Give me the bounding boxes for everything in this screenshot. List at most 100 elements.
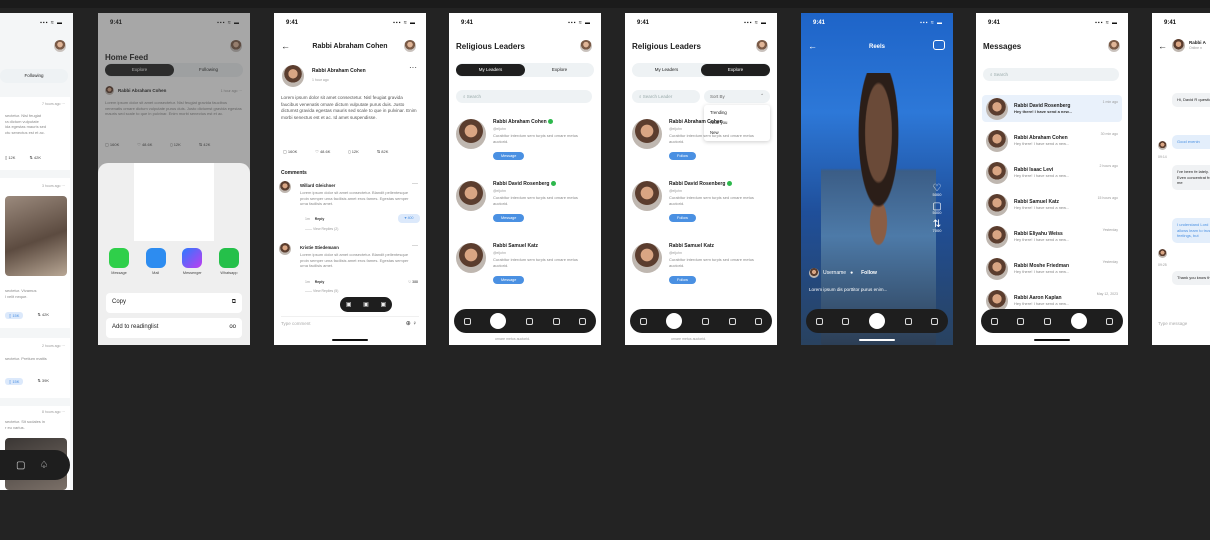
chat-icon[interactable] <box>1070 313 1087 329</box>
save-badge[interactable]: ▯ 15K <box>5 378 24 385</box>
more-icon[interactable]: ··· <box>412 243 418 249</box>
message-row[interactable]: Rabbi Moshe Friedman Hey there! I have se… <box>982 255 1122 282</box>
tab-my-leaders[interactable]: My Leaders <box>632 64 701 76</box>
follow-link[interactable]: Follow <box>861 270 877 276</box>
like-count[interactable]: ♡ 48.6K <box>315 149 330 154</box>
reply-link[interactable]: Reply <box>315 280 325 284</box>
reply-link[interactable]: Reply <box>315 217 325 221</box>
post-image[interactable] <box>5 196 67 276</box>
leader-avatar[interactable] <box>456 243 486 273</box>
author-name[interactable]: Rabbi Abraham Cohen <box>312 68 366 74</box>
follow-button[interactable]: Follow <box>669 214 696 222</box>
leader-avatar[interactable] <box>456 181 486 211</box>
search-input[interactable]: ⌕ Search Leader <box>632 90 700 103</box>
bell-icon[interactable] <box>1106 317 1114 325</box>
reels-icon[interactable] <box>868 313 885 329</box>
tab-explore[interactable]: Explore <box>525 64 594 76</box>
chat-icon[interactable] <box>904 317 912 325</box>
leaders-icon[interactable] <box>666 313 683 329</box>
share-count[interactable]: ⇅ 39K <box>37 378 49 385</box>
view-replies-link[interactable]: —— View Replies (5) <box>305 289 338 293</box>
search-input[interactable]: ⌕ Search <box>456 90 592 103</box>
more-icon[interactable]: ··· <box>412 181 418 187</box>
tab-following[interactable]: Following <box>0 70 68 82</box>
bell-icon[interactable] <box>931 317 939 325</box>
comment-count[interactable]: ▢ 160K <box>283 149 297 154</box>
username[interactable]: Username <box>823 270 846 276</box>
leaders-icon[interactable] <box>490 313 507 329</box>
author-avatar[interactable] <box>282 65 304 87</box>
message-row[interactable]: Rabbi Isaac Levi Hey there! I have send a… <box>982 159 1122 186</box>
add-to-readinglist-action[interactable]: Add to readinglist oo <box>106 318 242 338</box>
camera-icon[interactable]: ▣ <box>346 301 352 308</box>
bell-icon[interactable] <box>755 317 763 325</box>
avatar[interactable] <box>809 268 819 278</box>
sort-option-trending[interactable]: Trending <box>710 108 764 118</box>
chat-icon[interactable] <box>728 317 736 325</box>
mic-icon[interactable]: ⊕ ♀ <box>406 320 417 327</box>
leader-name[interactable]: Rabbi Samuel Katz <box>493 243 581 249</box>
share-count[interactable]: ⇅ 42K <box>29 155 41 160</box>
reels-icon[interactable] <box>701 317 709 325</box>
save-count[interactable]: ▯ 12K <box>348 149 358 154</box>
search-input[interactable]: ⌕ Search <box>983 68 1119 81</box>
comment-like-count[interactable]: ♡ 388 <box>408 280 418 284</box>
comment-input[interactable]: Type comment ⊕ ♀ <box>281 316 419 330</box>
gif-icon[interactable]: ▣ <box>380 301 386 308</box>
leader-avatar[interactable] <box>632 243 662 273</box>
bell-icon[interactable]: ♤ <box>39 460 48 471</box>
commenter-avatar[interactable] <box>279 243 291 255</box>
chat-avatar[interactable] <box>1172 39 1185 52</box>
commenter-avatar[interactable] <box>279 181 291 193</box>
avatar[interactable] <box>404 40 416 52</box>
chat-icon[interactable] <box>552 317 560 325</box>
leader-avatar[interactable] <box>632 181 662 211</box>
reels-icon[interactable] <box>1043 317 1051 325</box>
save-count[interactable]: ▯ 12K <box>5 155 15 160</box>
save-badge[interactable]: ▯ 15K <box>5 312 24 319</box>
camera-icon[interactable] <box>933 40 945 50</box>
home-icon[interactable] <box>815 317 823 325</box>
share-message[interactable]: Message <box>106 248 132 275</box>
leader-name[interactable]: Rabbi Abraham Cohen <box>669 119 757 125</box>
avatar[interactable] <box>1108 40 1120 52</box>
leader-name[interactable]: Rabbi David Rosenberg <box>493 181 581 187</box>
share-mail[interactable]: Mail <box>143 248 169 275</box>
sort-dropdown[interactable]: Sort By ⌃ <box>704 90 770 103</box>
view-replies-link[interactable]: —— View Replies (2) <box>305 227 338 231</box>
message-row[interactable]: Rabbi Abraham Cohen Hey there! I have sen… <box>982 127 1122 154</box>
message-row[interactable]: Rabbi Samuel Katz Hey there! I have send … <box>982 191 1122 218</box>
copy-action[interactable]: Copy ⧉ <box>106 293 242 313</box>
avatar[interactable] <box>580 40 592 52</box>
share-count[interactable]: ⇅ 82K <box>377 149 389 154</box>
reels-icon[interactable] <box>525 317 533 325</box>
message-row[interactable]: Rabbi Eliyahu Weiss Hey there! I have sen… <box>982 223 1122 250</box>
leader-name[interactable]: Rabbi David Rosenberg <box>669 181 757 187</box>
more-icon[interactable]: ··· <box>409 63 417 72</box>
follow-button[interactable]: Follow <box>669 276 696 284</box>
bell-icon[interactable] <box>579 317 587 325</box>
message-row[interactable]: Rabbi David Rosenberg Hey there! I have s… <box>982 95 1122 122</box>
home-icon[interactable] <box>639 317 647 325</box>
home-icon[interactable] <box>463 317 471 325</box>
share-messenger[interactable]: Messenger <box>179 248 205 275</box>
leaders-icon[interactable] <box>1017 317 1025 325</box>
leader-name[interactable]: Rabbi Samuel Katz <box>669 243 757 249</box>
share-count[interactable]: ⇅ 42K <box>37 312 49 319</box>
leaders-icon[interactable] <box>842 317 850 325</box>
message-button[interactable]: Message <box>493 276 525 284</box>
back-arrow-icon[interactable]: ← <box>1158 41 1167 51</box>
follow-button[interactable]: Follow <box>669 152 696 160</box>
message-button[interactable]: Message <box>493 152 525 160</box>
home-icon[interactable] <box>990 317 998 325</box>
message-input[interactable]: Type message <box>1158 317 1210 331</box>
avatar[interactable] <box>756 40 768 52</box>
comment-like-badge[interactable]: ♥ 400 <box>398 214 420 223</box>
message-button[interactable]: Message <box>493 214 525 222</box>
tab-my-leaders[interactable]: My Leaders <box>456 64 525 76</box>
leader-avatar[interactable] <box>456 119 486 149</box>
leader-name[interactable]: Rabbi Abraham Cohen <box>493 119 581 125</box>
leader-avatar[interactable] <box>632 119 662 149</box>
image-icon[interactable]: ▣ <box>363 301 369 308</box>
tab-explore[interactable]: Explore <box>701 64 770 76</box>
